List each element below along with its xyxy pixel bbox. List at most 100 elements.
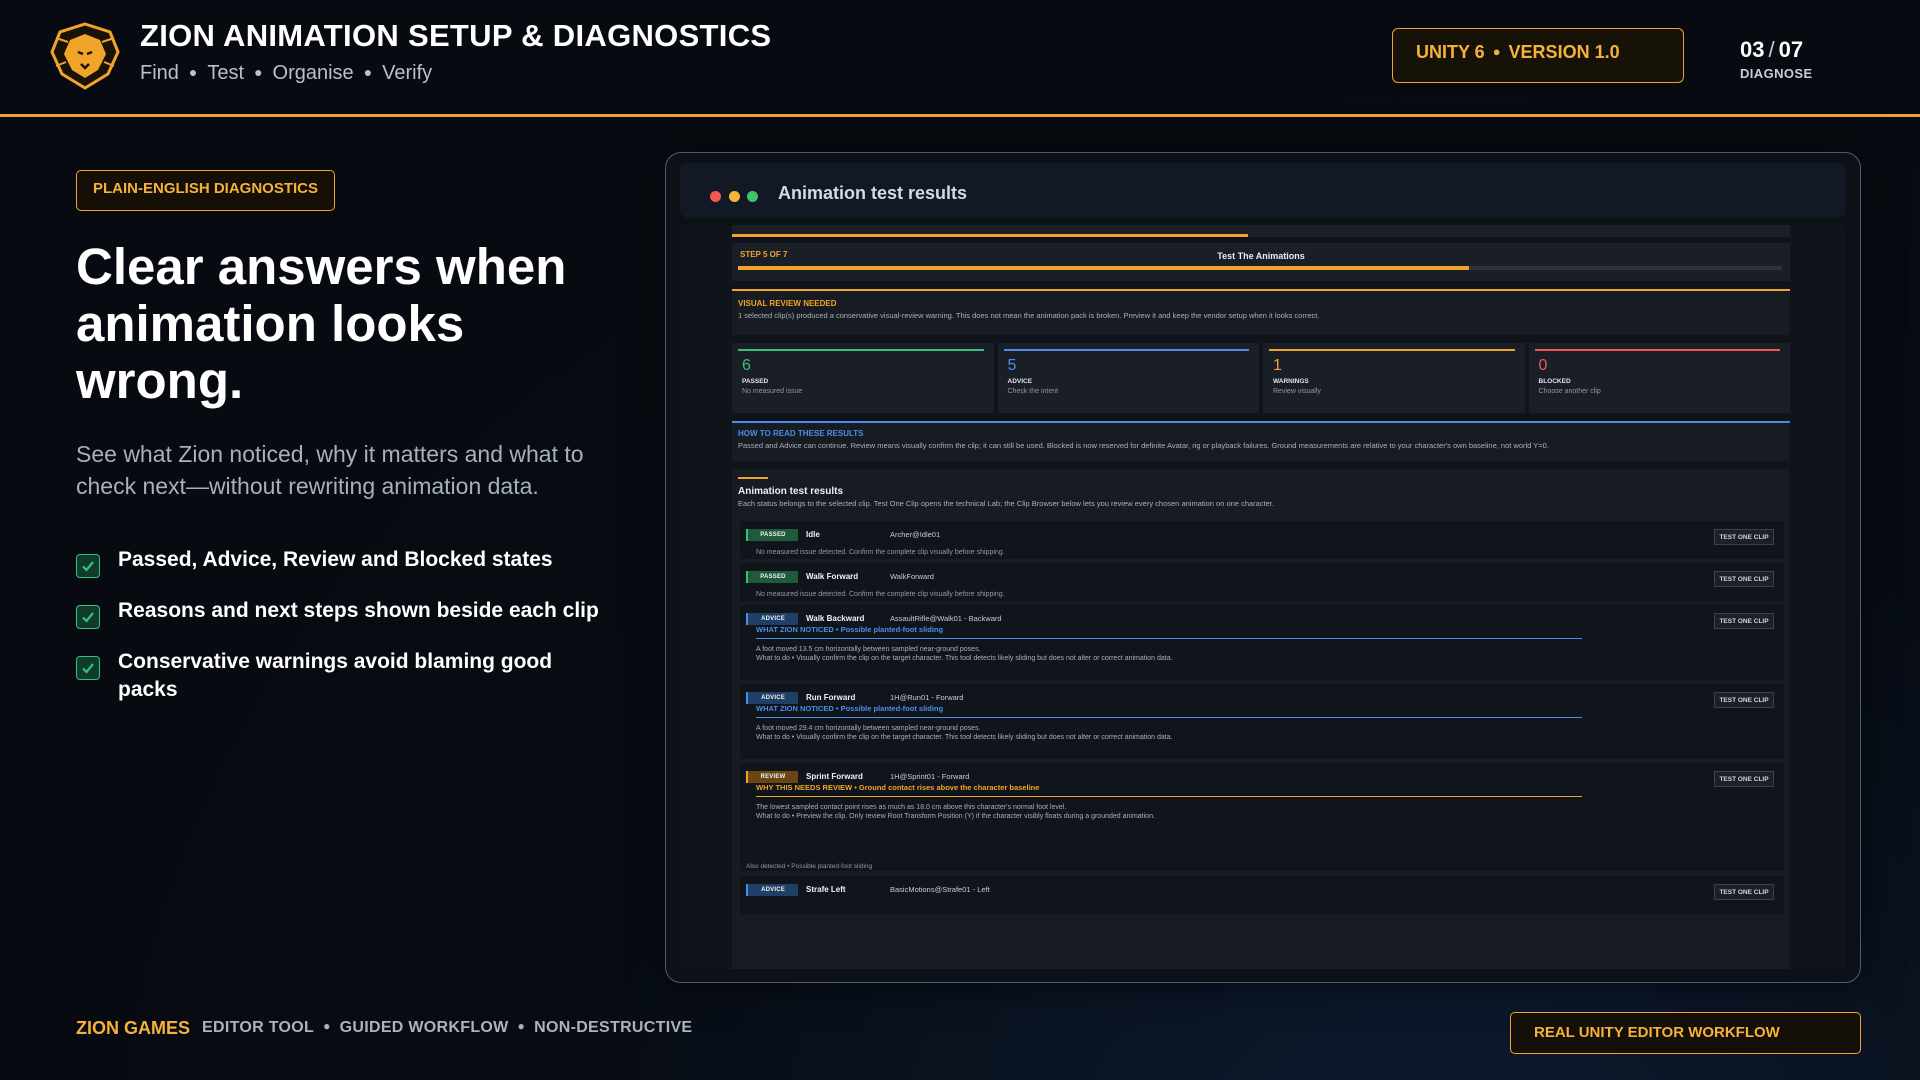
clip-file: AssaultRifle@Walk01 - Backward xyxy=(890,614,1002,623)
clip-file: 1H@Sprint01 - Forward xyxy=(890,772,970,781)
footer-badge: REAL UNITY EDITOR WORKFLOW xyxy=(1510,1012,1861,1054)
stat-advice: 5 ADVICE Check the intent xyxy=(997,343,1259,413)
result-row: ADVICE Walk Backward AssaultRifle@Walk01… xyxy=(740,605,1784,680)
test-one-clip-button[interactable]: TEST ONE CLIP xyxy=(1714,613,1774,629)
result-row: REVIEW Sprint Forward 1H@Sprint01 - Forw… xyxy=(740,763,1784,871)
footer-tags: EDITOR TOOL ● GUIDED WORKFLOW ● NON-DESTRUCT… xyxy=(202,1019,693,1036)
how-to-text: Passed and Advice can continue. Review m… xyxy=(738,441,1549,450)
feature-text: Passed, Advice, Review and Blocked state… xyxy=(118,548,553,571)
stat-bar xyxy=(738,349,984,351)
status-badge: ADVICE xyxy=(746,884,798,896)
results-title: Animation test results xyxy=(738,486,844,497)
feature-list: Passed, Advice, Review and Blocked state… xyxy=(76,546,606,723)
diagnostic-detail: WHY THIS NEEDS REVIEW • Ground contact r… xyxy=(756,783,1582,821)
feature-item: Reasons and next steps shown beside each… xyxy=(76,597,606,629)
test-one-clip-button[interactable]: TEST ONE CLIP xyxy=(1714,771,1774,787)
check-icon xyxy=(76,656,100,680)
stat-warnings: 1 WARNINGS Review visually xyxy=(1263,343,1525,413)
test-one-clip-button[interactable]: TEST ONE CLIP xyxy=(1714,884,1774,900)
footer-tag: GUIDED WORKFLOW xyxy=(339,1019,509,1036)
window-title: Animation test results xyxy=(778,183,968,203)
stats-row: 6 PASSED No measured issue 5 ADVICE Chec… xyxy=(732,343,1790,413)
diagnostic-line: What to do • Visually confirm the clip o… xyxy=(756,734,1173,741)
tool-version: VERSION 1.0 xyxy=(1508,42,1620,62)
diagnostic-heading: WHAT ZION NOTICED • Possible planted-foo… xyxy=(756,704,944,713)
clip-file: 1H@Run01 - Forward xyxy=(890,693,964,702)
clip-name: Walk Forward xyxy=(806,572,859,581)
brand-name: ZION GAMES xyxy=(76,1018,191,1038)
diagnostic-detail: WHAT ZION NOTICED • Possible planted-foo… xyxy=(756,704,1582,742)
page-label: DIAGNOSE xyxy=(1740,66,1813,81)
test-one-clip-button[interactable]: TEST ONE CLIP xyxy=(1714,692,1774,708)
lion-head-icon xyxy=(50,22,120,90)
results-panel: Animation test results Each status belon… xyxy=(732,469,1790,969)
minimize-window-button[interactable] xyxy=(729,191,740,202)
active-tab-indicator xyxy=(732,234,1248,237)
check-icon xyxy=(76,605,100,629)
lead-text: See what Zion noticed, why it matters an… xyxy=(76,441,584,499)
result-row: PASSED Idle Archer@Idle01 No measured is… xyxy=(740,521,1784,559)
stat-bar xyxy=(1534,349,1780,351)
stat-sub: No measured issue xyxy=(742,388,803,395)
footer-tag: NON-DESTRUCTIVE xyxy=(534,1019,693,1036)
stat-label: ADVICE xyxy=(1007,378,1033,385)
unity-version: UNITY 6 xyxy=(1416,42,1485,62)
also-detected: Also detected • Possible planted-foot sl… xyxy=(746,863,873,870)
editor-window: Animation test results STEP 5 OF 7 Test … xyxy=(665,152,1861,983)
clip-name: Idle xyxy=(806,530,820,539)
stat-value: 6 xyxy=(742,357,751,374)
clip-name: Strafe Left xyxy=(806,885,846,894)
check-icon xyxy=(76,554,100,578)
subtitle-find: Find xyxy=(140,62,179,84)
diagnostic-line: What to do • Preview the clip. Only revi… xyxy=(756,813,1155,820)
version-badge: UNITY 6 ● VERSION 1.0 xyxy=(1392,28,1684,83)
diagnostic-line: A foot moved 29.4 cm horizontally betwee… xyxy=(756,725,981,732)
status-badge: ADVICE xyxy=(746,613,798,625)
clip-note: No measured issue detected. Confirm the … xyxy=(756,591,1005,598)
status-badge: PASSED xyxy=(746,571,798,583)
feature-item: Conservative warnings avoid blaming good… xyxy=(76,648,606,704)
feature-text: Conservative warnings avoid blaming good… xyxy=(118,650,553,701)
step-progress-bar xyxy=(738,266,1782,270)
feature-text: Reasons and next steps shown beside each… xyxy=(118,599,599,622)
stat-passed: 6 PASSED No measured issue xyxy=(732,343,994,413)
page-total: 07 xyxy=(1778,37,1804,62)
diagnostic-detail: WHAT ZION NOTICED • Possible planted-foo… xyxy=(756,625,1582,663)
results-accent xyxy=(738,477,768,479)
clip-note: No measured issue detected. Confirm the … xyxy=(756,549,1005,556)
stat-label: PASSED xyxy=(742,378,769,385)
subtitle-test: Test xyxy=(207,62,245,84)
app-title: ZION ANIMATION SETUP & DIAGNOSTICS xyxy=(140,18,772,53)
stat-bar xyxy=(1269,349,1515,351)
review-banner: VISUAL REVIEW NEEDED 1 selected clip(s) … xyxy=(732,289,1790,335)
clip-name: Run Forward xyxy=(806,693,856,702)
result-row: ADVICE Run Forward 1H@Run01 - Forward TE… xyxy=(740,684,1784,759)
stat-label: BLOCKED xyxy=(1538,378,1571,385)
diagnostic-heading: WHAT ZION NOTICED • Possible planted-foo… xyxy=(756,625,944,634)
maximize-window-button[interactable] xyxy=(747,191,758,202)
test-one-clip-button[interactable]: TEST ONE CLIP xyxy=(1714,571,1774,587)
subtitle: Find ● Test ● Organise ● Verify xyxy=(140,62,433,84)
stat-sub: Choose another clip xyxy=(1538,388,1601,395)
stat-sub: Check the intent xyxy=(1007,388,1059,395)
close-window-button[interactable] xyxy=(710,191,721,202)
footer-tag: EDITOR TOOL xyxy=(202,1019,315,1036)
page-current: 03 xyxy=(1740,37,1765,62)
feature-item: Passed, Advice, Review and Blocked state… xyxy=(76,546,606,578)
clip-name: Walk Backward xyxy=(806,614,865,623)
results-description: Each status belongs to the selected clip… xyxy=(738,499,1274,508)
diagnostic-heading: WHY THIS NEEDS REVIEW • Ground contact r… xyxy=(756,783,1040,792)
page-counter: 03/07 xyxy=(1740,37,1804,62)
test-one-clip-button[interactable]: TEST ONE CLIP xyxy=(1714,529,1774,545)
clip-file: BasicMotions@Strafe01 - Left xyxy=(890,885,990,894)
diagnostic-line: What to do • Visually confirm the clip o… xyxy=(756,655,1173,662)
stat-value: 1 xyxy=(1273,357,1282,374)
tab-strip xyxy=(732,225,1790,237)
clip-name: Sprint Forward xyxy=(806,772,863,781)
section-tag: PLAIN-ENGLISH DIAGNOSTICS xyxy=(76,170,336,211)
diagnostic-line: A foot moved 13.5 cm horizontally betwee… xyxy=(756,646,981,653)
result-row: PASSED Walk Forward WalkForward No measu… xyxy=(740,563,1784,601)
clip-file: WalkForward xyxy=(890,572,934,581)
status-badge: ADVICE xyxy=(746,692,798,704)
how-to-title: HOW TO READ THESE RESULTS xyxy=(738,429,864,438)
